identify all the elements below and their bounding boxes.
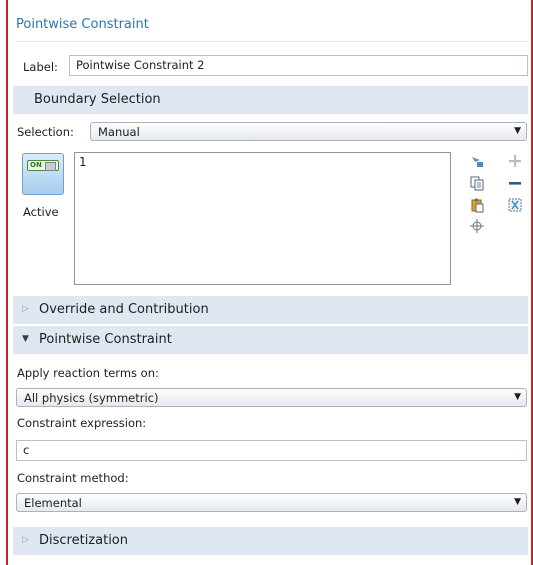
active-toggle-button[interactable]: ON xyxy=(22,153,64,195)
section-override-contribution[interactable]: ▷ Override and Contribution xyxy=(13,296,528,324)
toggle-knob xyxy=(45,162,56,171)
section-title: Boundary Selection xyxy=(34,92,161,107)
window-frame-left xyxy=(6,0,8,565)
selection-dropdown-value: Manual xyxy=(98,125,140,139)
toggle-indicator: ON xyxy=(27,160,59,171)
collapsed-arrow-icon: ▷ xyxy=(22,535,29,545)
constraint-method-caption: Constraint method: xyxy=(17,471,129,485)
collapsed-arrow-icon: ▷ xyxy=(22,304,29,314)
paste-selection-icon[interactable] xyxy=(469,197,485,213)
selection-caption: Selection: xyxy=(17,125,74,139)
chevron-down-icon: ▼ xyxy=(514,392,521,402)
expanded-arrow-icon: ▼ xyxy=(22,334,29,344)
settings-window: Pointwise Constraint Label: Pointwise Co… xyxy=(0,0,533,565)
clear-selection-icon[interactable] xyxy=(507,197,523,213)
label-caption: Label: xyxy=(23,60,58,74)
title-divider xyxy=(16,41,528,42)
section-title: Discretization xyxy=(39,533,129,548)
select-boundaries-icon[interactable] xyxy=(469,153,485,169)
chevron-down-icon: ▼ xyxy=(514,497,521,507)
apply-reaction-dropdown[interactable]: All physics (symmetric) ▼ xyxy=(16,388,527,407)
apply-reaction-caption: Apply reaction terms on: xyxy=(17,366,159,380)
constraint-method-dropdown-value: Elemental xyxy=(24,496,82,510)
active-caption: Active xyxy=(23,205,59,219)
section-title: Pointwise Constraint xyxy=(39,332,172,347)
add-icon[interactable] xyxy=(507,153,523,169)
section-discretization[interactable]: ▷ Discretization xyxy=(13,527,528,555)
zoom-to-selection-icon[interactable] xyxy=(469,218,485,234)
constraint-expression-field[interactable]: c xyxy=(16,440,527,461)
constraint-method-dropdown[interactable]: Elemental ▼ xyxy=(16,493,527,512)
selection-dropdown[interactable]: Manual ▼ xyxy=(90,122,527,141)
section-pointwise-constraint[interactable]: ▼ Pointwise Constraint xyxy=(13,326,528,354)
selection-list[interactable]: 1 xyxy=(74,152,451,285)
panel-title: Pointwise Constraint xyxy=(16,17,149,32)
toggle-on-text: ON xyxy=(30,161,42,169)
selection-list-item[interactable]: 1 xyxy=(79,155,87,169)
constraint-expression-caption: Constraint expression: xyxy=(17,416,147,430)
section-boundary-selection[interactable]: Boundary Selection xyxy=(13,86,528,114)
copy-selection-icon[interactable] xyxy=(469,175,485,191)
remove-icon[interactable] xyxy=(507,175,523,191)
section-title: Override and Contribution xyxy=(39,302,209,317)
label-field[interactable]: Pointwise Constraint 2 xyxy=(69,55,528,76)
chevron-down-icon: ▼ xyxy=(514,126,521,136)
apply-reaction-dropdown-value: All physics (symmetric) xyxy=(24,391,159,405)
